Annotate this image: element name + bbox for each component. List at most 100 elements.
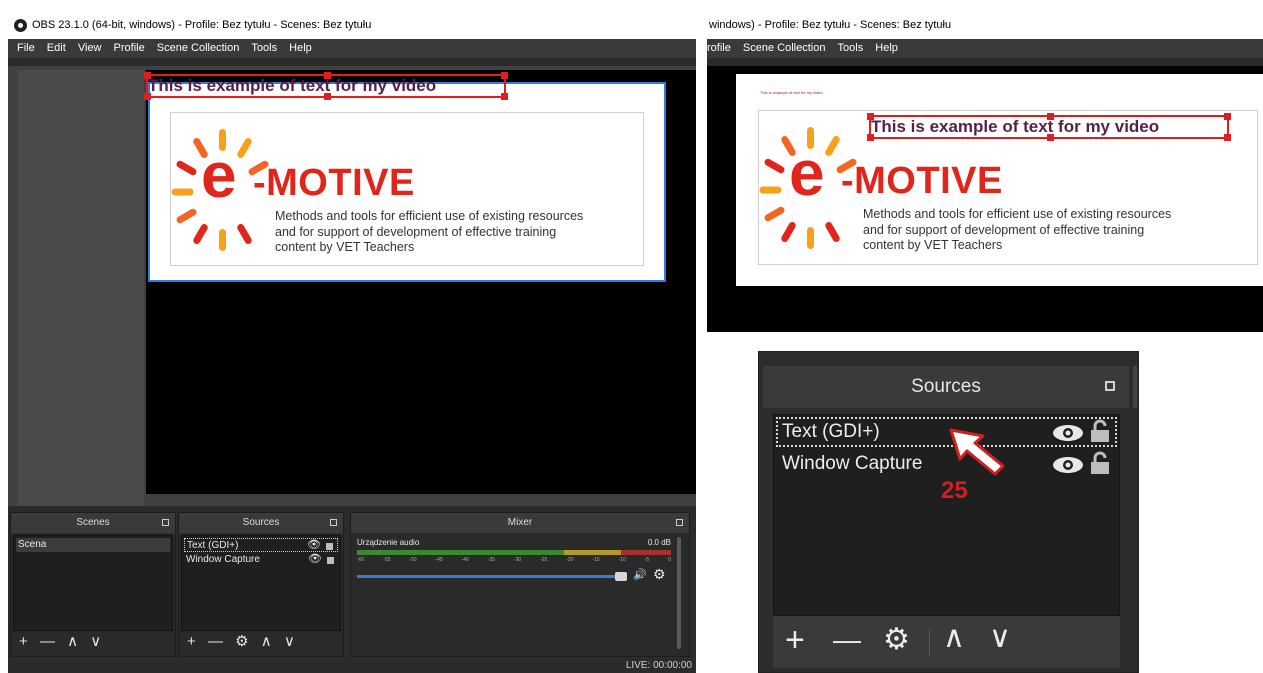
- obs-logo-icon: [14, 19, 27, 32]
- live-status: LIVE: 00:00:00: [625, 660, 692, 671]
- move-down-button[interactable]: ∨: [90, 632, 101, 650]
- logo-description: Methods and tools for efficient use of e…: [863, 207, 1172, 253]
- toolbar-divider: [929, 628, 930, 656]
- title-bar: OBS 23.1.0 (64-bit, windows) - Profile: …: [8, 12, 696, 39]
- logo-description: Methods and tools for efficient use of e…: [275, 209, 584, 255]
- sources-dock-title: Sources: [763, 366, 1129, 408]
- window-title: windows) - Profile: Bez tytułu - Scenes:…: [709, 19, 952, 31]
- sources-dock: Sources Text (GDI+) 👁 Window Capture 👁 +…: [178, 512, 344, 657]
- lock-icon[interactable]: [1090, 419, 1110, 443]
- resize-handle[interactable]: [867, 134, 874, 141]
- volume-meter: [357, 550, 671, 555]
- menu-bar: rofile Scene Collection Tools Help: [707, 39, 1263, 58]
- preview-margin: [18, 70, 144, 506]
- text-selection-box[interactable]: [867, 113, 1231, 141]
- resize-handle[interactable]: [324, 93, 331, 100]
- resize-handle[interactable]: [1047, 134, 1054, 141]
- menu-file[interactable]: File: [17, 39, 35, 58]
- source-item-text[interactable]: Text (GDI+) 👁: [184, 538, 338, 552]
- cursor-arrow-icon: [949, 428, 1005, 476]
- menu-tools[interactable]: Tools: [251, 39, 277, 58]
- volume-slider-handle[interactable]: [615, 572, 627, 581]
- move-down-button[interactable]: ∨: [989, 620, 1011, 656]
- volume-slider-track[interactable]: [357, 575, 619, 578]
- add-scene-button[interactable]: +: [19, 633, 28, 650]
- lock-icon[interactable]: [326, 543, 333, 550]
- sources-toolbar: + — ⚙ ∧ ∨: [773, 616, 1120, 668]
- resize-handle[interactable]: [324, 72, 331, 79]
- sources-list: Text (GDI+) 👁 Window Capture 👁: [181, 535, 341, 631]
- step-number: 25: [941, 477, 968, 504]
- move-up-button[interactable]: ∧: [67, 632, 78, 650]
- gear-icon[interactable]: ⚙: [235, 632, 248, 650]
- speaker-icon[interactable]: 🔊: [633, 568, 647, 581]
- logo-e: e: [201, 139, 237, 211]
- move-up-button[interactable]: ∧: [943, 620, 965, 656]
- resize-handle[interactable]: [1224, 113, 1231, 120]
- menu-scene-collection[interactable]: Scene Collection: [157, 39, 240, 58]
- eye-icon[interactable]: [1052, 455, 1084, 475]
- meter-scale: -60 -55 -50 -45 -40 -35 -30 -25 -20 -15 -10 -5 0: [357, 557, 671, 563]
- dock-edge: [1133, 366, 1137, 408]
- add-source-button[interactable]: +: [187, 633, 196, 650]
- window-title: OBS 23.1.0 (64-bit, windows) - Profile: …: [32, 19, 372, 31]
- menu-profile[interactable]: rofile: [707, 39, 731, 58]
- sources-dock-zoom: Sources Text (GDI+) Window Capture 25 + …: [758, 351, 1139, 673]
- audio-device-label: Urządzenie audio: [357, 538, 420, 547]
- sources-dock-title: Sources: [179, 513, 343, 533]
- remove-source-button[interactable]: —: [208, 633, 223, 650]
- add-source-button[interactable]: +: [785, 622, 805, 658]
- gear-icon[interactable]: ⚙: [883, 622, 910, 658]
- mixer-dock-title: Mixer: [351, 513, 689, 533]
- lock-icon[interactable]: [327, 557, 334, 564]
- menu-bar: File Edit View Profile Scene Collection …: [8, 39, 696, 58]
- eye-icon[interactable]: 👁: [307, 538, 321, 552]
- window-capture-source[interactable]: This is example of text for my video e -…: [736, 74, 1263, 286]
- remove-scene-button[interactable]: —: [40, 633, 55, 650]
- float-dock-icon[interactable]: [676, 519, 683, 526]
- scene-item[interactable]: Scena: [16, 538, 170, 552]
- resize-handle[interactable]: [144, 93, 151, 100]
- window-capture-source[interactable]: e -MOTIVE Methods and tools for efficien…: [148, 82, 666, 282]
- title-bar: windows) - Profile: Bez tytułu - Scenes:…: [707, 12, 1263, 39]
- resize-handle[interactable]: [1224, 134, 1231, 141]
- resize-handle[interactable]: [1047, 113, 1054, 120]
- obs-main-window: OBS 23.1.0 (64-bit, windows) - Profile: …: [8, 12, 696, 673]
- menu-help[interactable]: Help: [875, 39, 898, 58]
- scenes-dock: Scenes Scena + — ∧ ∨: [10, 512, 176, 657]
- menu-scene-collection[interactable]: Scene Collection: [743, 39, 826, 58]
- menu-view[interactable]: View: [78, 39, 102, 58]
- logo-e: e: [789, 137, 825, 209]
- move-up-button[interactable]: ∧: [261, 632, 272, 650]
- eye-icon[interactable]: [1052, 423, 1084, 443]
- float-dock-icon[interactable]: [1105, 381, 1115, 391]
- resize-handle[interactable]: [501, 93, 508, 100]
- logo-word: -MOTIVE: [841, 160, 1003, 202]
- float-dock-icon[interactable]: [162, 519, 169, 526]
- logo-word: -MOTIVE: [253, 162, 415, 204]
- emotive-logo-card: e -MOTIVE Methods and tools for efficien…: [170, 112, 644, 266]
- move-down-button[interactable]: ∨: [284, 632, 295, 650]
- remove-source-button[interactable]: —: [833, 622, 861, 658]
- scenes-list: Scena: [13, 535, 173, 631]
- tiny-text-source: This is example of text for my video: [760, 90, 823, 95]
- eye-icon[interactable]: 👁: [308, 552, 322, 566]
- menu-help[interactable]: Help: [289, 39, 312, 58]
- mixer-scrollbar[interactable]: [677, 537, 681, 649]
- source-item-window-capture[interactable]: Window Capture 👁: [184, 553, 338, 567]
- resize-handle[interactable]: [501, 72, 508, 79]
- obs-zoomed-window: windows) - Profile: Bez tytułu - Scenes:…: [707, 12, 1263, 332]
- resize-handle[interactable]: [144, 72, 151, 79]
- float-dock-icon[interactable]: [330, 519, 337, 526]
- text-selection-box[interactable]: [144, 72, 508, 100]
- lock-icon[interactable]: [1090, 451, 1110, 475]
- mixer-dock: Mixer Urządzenie audio 0.0 dB -60 -55 -50-…: [350, 512, 690, 657]
- resize-handle[interactable]: [867, 113, 874, 120]
- audio-level-readout: 0.0 dB: [647, 538, 671, 547]
- menu-edit[interactable]: Edit: [47, 39, 66, 58]
- sources-toolbar: + — ⚙ ∧ ∨: [187, 632, 303, 650]
- menu-profile[interactable]: Profile: [114, 39, 145, 58]
- menu-tools[interactable]: Tools: [838, 39, 864, 58]
- scenes-dock-title: Scenes: [11, 513, 175, 533]
- gear-icon[interactable]: ⚙: [653, 566, 666, 583]
